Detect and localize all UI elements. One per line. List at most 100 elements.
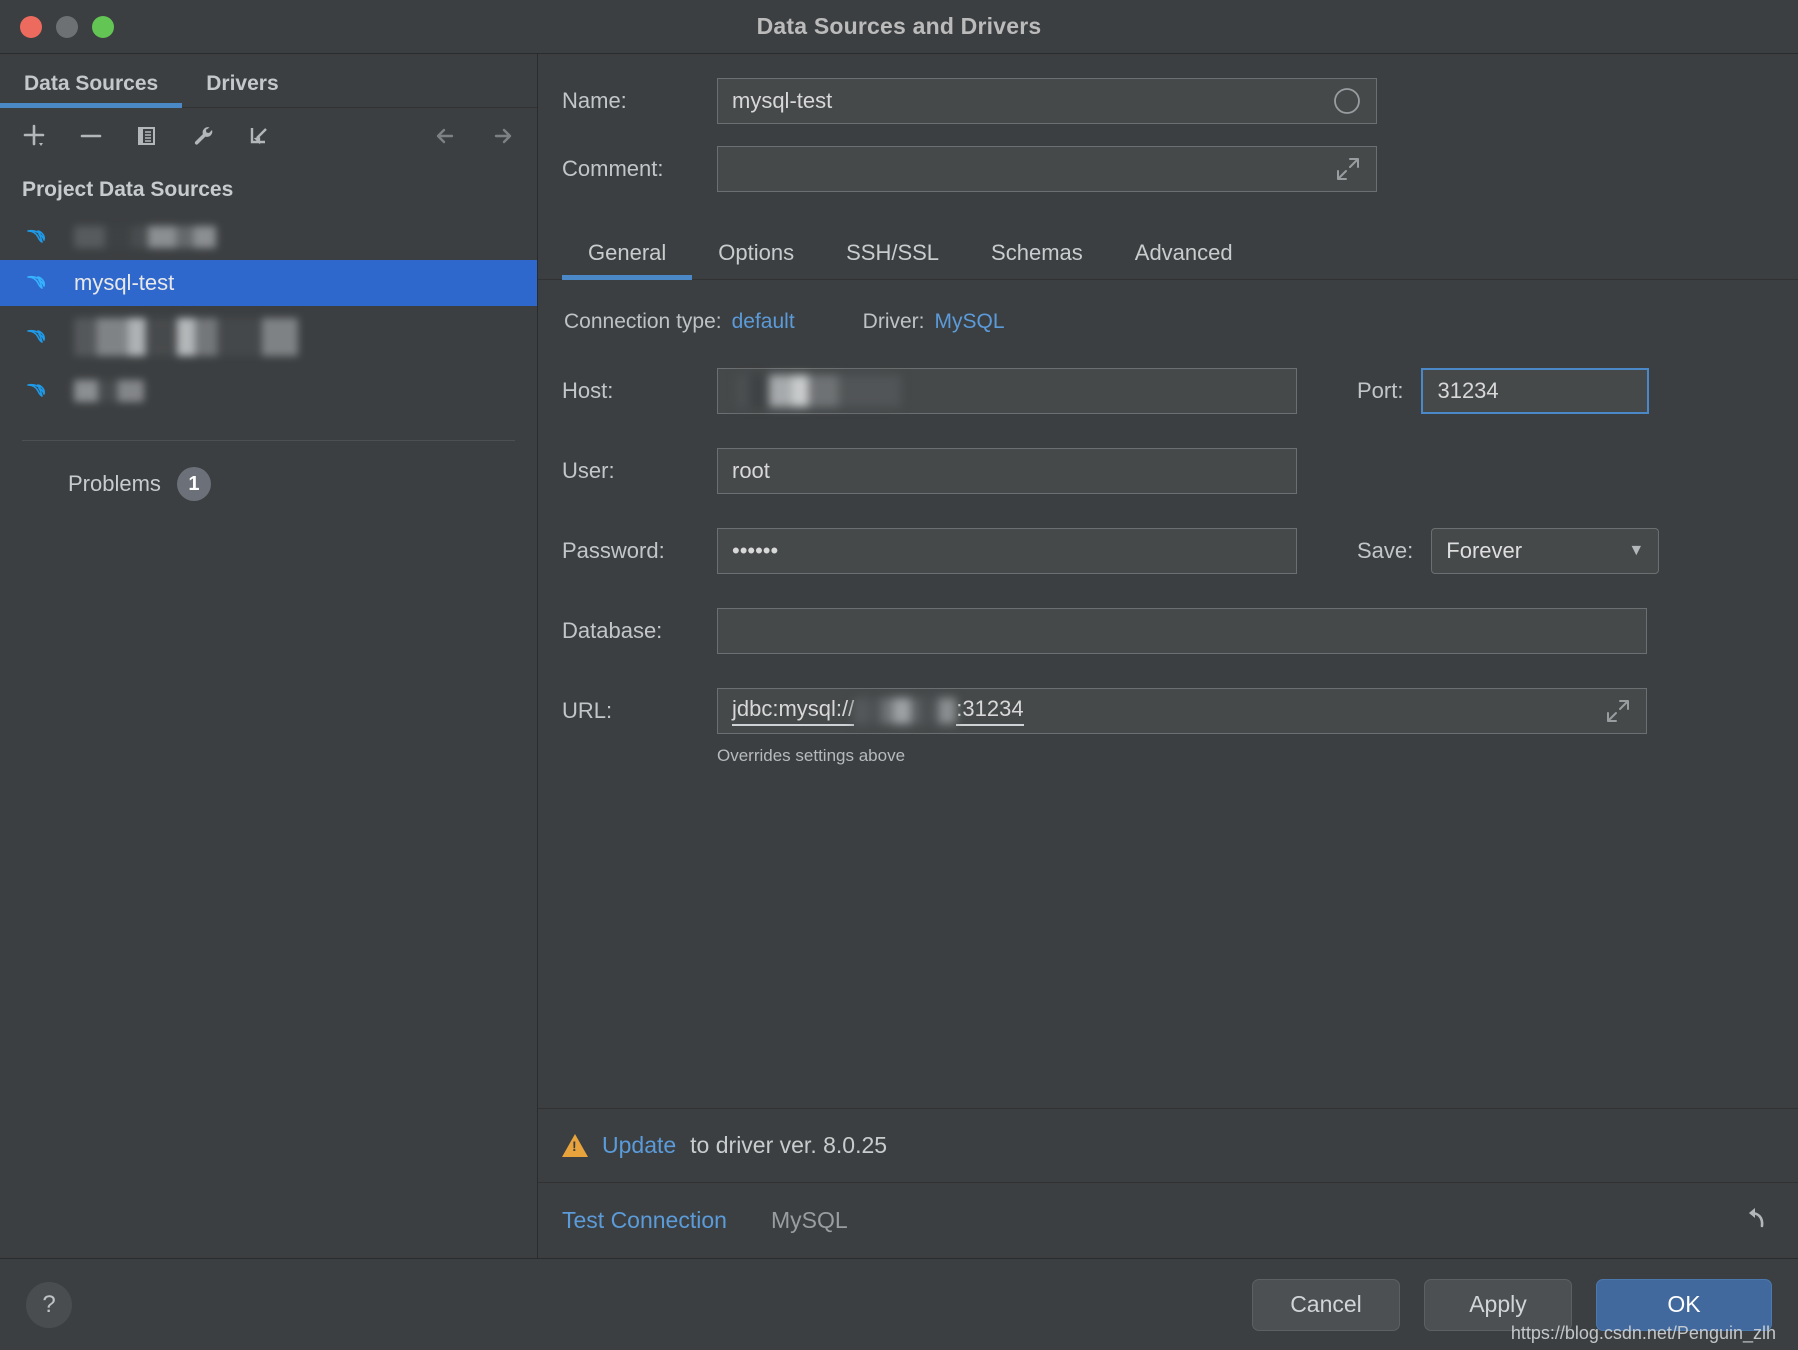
mysql-dolphin-icon <box>27 329 45 343</box>
wrench-icon[interactable] <box>186 119 220 153</box>
forward-arrow-icon[interactable] <box>485 119 519 153</box>
connection-meta-row: Connection type: default Driver: MySQL <box>562 310 1768 334</box>
driver-update-banner: Update to driver ver. 8.0.25 <box>538 1108 1798 1182</box>
warning-triangle-icon <box>562 1134 588 1157</box>
chevron-down-icon: ▼ <box>1628 542 1645 559</box>
comment-input[interactable] <box>717 146 1377 192</box>
add-icon[interactable] <box>18 119 52 153</box>
name-value: mysql-test <box>732 88 833 113</box>
problems-label: Problems <box>68 471 161 496</box>
revert-arrow-icon[interactable] <box>1736 1201 1770 1241</box>
name-row: Name: mysql-test <box>562 72 1738 130</box>
tab-options[interactable]: Options <box>692 240 820 279</box>
driver-value[interactable]: MySQL <box>935 310 1005 334</box>
cancel-button[interactable]: Cancel <box>1252 1278 1400 1331</box>
connection-type-label: Connection type: <box>564 310 722 333</box>
sidebar-item-mysql-test[interactable]: mysql-test <box>0 260 537 306</box>
save-select[interactable]: Forever ▼ <box>1431 528 1660 574</box>
url-host-redacted-3 <box>924 698 957 724</box>
url-hint: Overrides settings above <box>717 746 906 765</box>
database-input[interactable] <box>717 608 1647 654</box>
port-value: 31234 <box>1437 378 1499 403</box>
help-button[interactable]: ? <box>26 1281 72 1328</box>
password-input[interactable]: •••••• <box>717 528 1297 574</box>
user-input[interactable]: root <box>717 448 1297 494</box>
comment-row: Comment: <box>562 140 1738 198</box>
url-row: URL: jdbc:mysql:// :31234 <box>562 686 1768 736</box>
remove-icon[interactable] <box>74 119 108 153</box>
url-host-redacted-2 <box>880 698 925 724</box>
database-row: Database: <box>562 606 1768 656</box>
list-item-label-redacted <box>74 318 298 356</box>
name-label: Name: <box>562 88 627 113</box>
problems-section[interactable]: Problems 1 <box>0 441 537 501</box>
url-label: URL: <box>562 698 613 723</box>
problems-count-badge: 1 <box>176 467 211 501</box>
list-item-label-redacted <box>74 380 144 402</box>
list-item[interactable] <box>0 368 537 414</box>
driver-label: Driver: <box>862 310 925 333</box>
dialog-body: Data Sources Drivers Project Data Source… <box>0 54 1798 1258</box>
host-input[interactable] <box>717 368 1297 414</box>
mysql-dolphin-icon <box>27 229 45 243</box>
password-label: Password: <box>562 538 665 563</box>
sidebar-toolbar <box>0 108 537 164</box>
driver-name-label: MySQL <box>770 1207 848 1233</box>
data-source-list: mysql-test <box>0 212 537 414</box>
color-circle-icon[interactable] <box>1332 86 1362 116</box>
back-arrow-icon[interactable] <box>429 119 463 153</box>
connection-type-value[interactable]: default <box>732 310 795 334</box>
title-bar: Data Sources and Drivers <box>0 0 1798 54</box>
name-input[interactable]: mysql-test <box>717 78 1377 124</box>
port-label: Port: <box>1357 378 1404 403</box>
host-port-row: Host: Port: 31234 <box>562 366 1768 416</box>
import-icon[interactable] <box>242 119 276 153</box>
tab-advanced[interactable]: Advanced <box>1109 240 1259 279</box>
url-suffix: :31234 <box>956 696 1024 726</box>
tab-data-sources[interactable]: Data Sources <box>0 72 183 108</box>
sidebar-item-label: mysql-test <box>74 270 175 295</box>
tab-schemas[interactable]: Schemas <box>965 240 1109 279</box>
port-input[interactable]: 31234 <box>1421 368 1650 414</box>
copy-icon[interactable] <box>130 119 164 153</box>
update-driver-text: to driver ver. 8.0.25 <box>690 1132 888 1158</box>
tab-general[interactable]: General <box>562 240 693 280</box>
url-prefix: jdbc:mysql:// <box>732 696 855 726</box>
database-label: Database: <box>562 618 663 643</box>
window-title: Data Sources and Drivers <box>756 13 1042 39</box>
expand-icon[interactable] <box>1604 697 1632 725</box>
tab-drivers[interactable]: Drivers <box>182 72 302 107</box>
save-value: Forever <box>1446 538 1523 563</box>
expand-icon[interactable] <box>1334 155 1362 183</box>
host-value-redacted <box>736 375 901 407</box>
host-label: Host: <box>562 378 614 403</box>
sidebar: Data Sources Drivers Project Data Source… <box>0 54 538 1258</box>
update-driver-link[interactable]: Update <box>602 1132 676 1159</box>
user-row: User: root <box>562 446 1768 496</box>
sidebar-tabs: Data Sources Drivers <box>0 54 537 108</box>
url-host-redacted-1 <box>854 698 881 724</box>
mysql-dolphin-icon <box>27 275 45 289</box>
project-data-sources-header: Project Data Sources <box>22 178 234 201</box>
user-value: root <box>732 458 770 483</box>
test-connection-button[interactable]: Test Connection <box>562 1207 727 1234</box>
data-sources-dialog: Data Sources and Drivers Data Sources Dr… <box>0 0 1798 1350</box>
watermark: https://blog.csdn.net/Penguin_zlh <box>1510 1323 1776 1343</box>
settings-tabs: General Options SSH/SSL Schemas Advanced <box>538 222 1798 280</box>
general-tab-content: Connection type: default Driver: MySQL H… <box>538 280 1798 1108</box>
password-row: Password: •••••• Save: Forever ▼ <box>562 526 1768 576</box>
identity-fields: Name: mysql-test Comment: <box>538 54 1798 208</box>
url-input[interactable]: jdbc:mysql:// :31234 <box>717 688 1647 734</box>
tab-ssh-ssl[interactable]: SSH/SSL <box>820 240 965 279</box>
list-item[interactable] <box>0 214 537 260</box>
status-bar: Test Connection MySQL <box>538 1182 1798 1258</box>
password-value: •••••• <box>732 538 779 563</box>
dialog-footer: ? Cancel Apply OK https://blog.csdn.net/… <box>0 1258 1798 1350</box>
comment-label: Comment: <box>562 156 664 181</box>
list-item-label-redacted <box>74 226 216 248</box>
list-item[interactable] <box>0 306 537 368</box>
save-label: Save: <box>1357 538 1414 563</box>
mysql-dolphin-icon <box>27 383 45 397</box>
user-label: User: <box>562 458 615 483</box>
